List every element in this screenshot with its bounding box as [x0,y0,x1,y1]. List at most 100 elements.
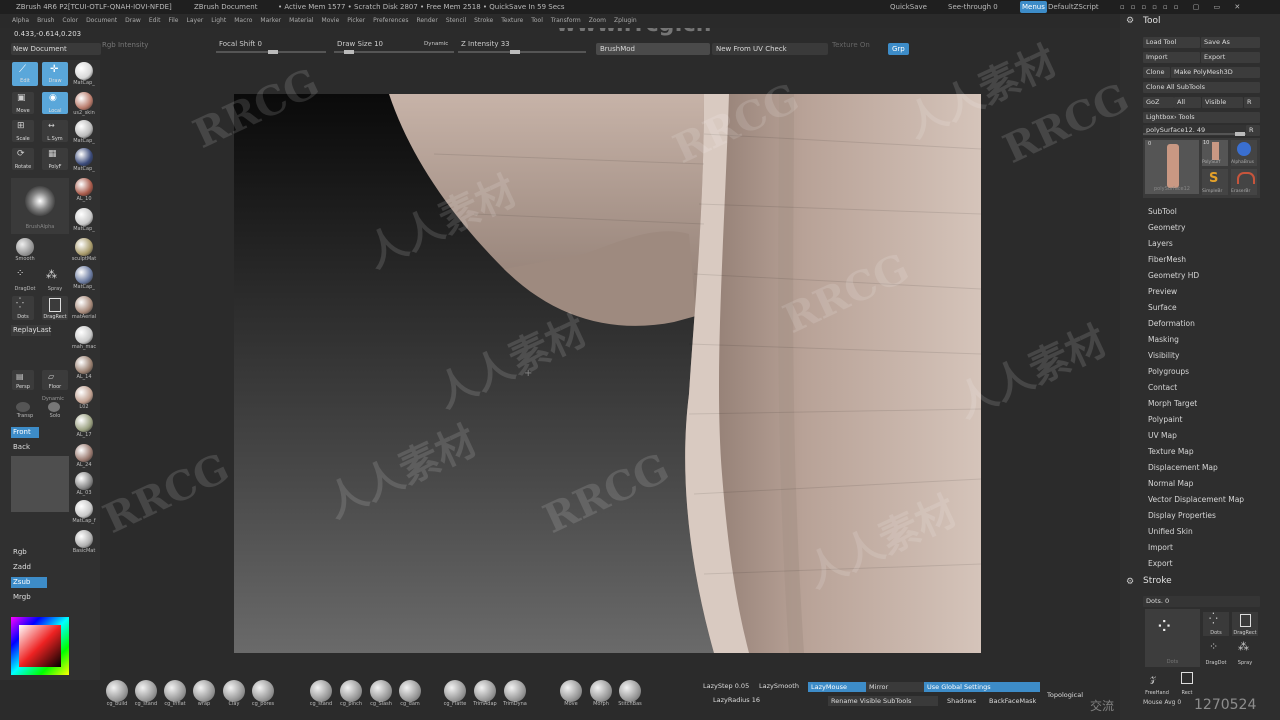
menu-item[interactable]: Color [62,14,78,28]
tool-thumb-main[interactable]: 0 polySurface12 [1145,140,1199,194]
stroke-dragrect-button[interactable]: DragRect [1232,612,1258,636]
replay-last-button[interactable]: ReplayLast [11,325,51,336]
stroke-dots-button[interactable]: ⁛ Dots [1203,612,1229,636]
material-sphere-icon[interactable] [75,356,93,374]
tool-menu-item[interactable]: Texture Map [1148,446,1194,458]
tool-menu-item[interactable]: Export [1148,558,1173,570]
scale-mode-button[interactable]: ⊞ Scale [12,120,34,142]
tool-menu-item[interactable]: Display Properties [1148,510,1216,522]
new-document-button[interactable]: New Document [11,43,101,55]
brush-icon[interactable] [106,680,128,702]
material-sphere-icon[interactable] [75,326,93,344]
tool-menu-item[interactable]: Polypaint [1148,414,1183,426]
material-sphere-icon[interactable] [75,530,93,548]
tool-menu-item[interactable]: Contact [1148,382,1177,394]
tool-menu-item[interactable]: Deformation [1148,318,1195,330]
focal-shift-slider[interactable]: Focal Shift 0 [216,40,326,54]
menu-item[interactable]: Light [211,14,226,28]
menu-item[interactable]: Stroke [474,14,493,28]
dragrect-stroke-button[interactable]: DragRect [42,296,68,320]
backfacemask-button[interactable]: BackFaceMask [986,696,1039,706]
menu-item[interactable]: Tool [531,14,543,28]
brush-icon[interactable] [560,680,582,702]
local-button[interactable]: ◉ Local [42,92,68,114]
menu-item[interactable]: Marker [260,14,281,28]
brush-icon[interactable] [370,680,392,702]
tool-menu-item[interactable]: Normal Map [1148,478,1193,490]
lazyradius-slider[interactable]: LazyRadius 16 [710,695,763,705]
lazystep-slider[interactable]: LazyStep 0.05 [700,681,752,691]
menu-item[interactable]: Render [416,14,437,28]
make-polymesh-button[interactable]: Make PolyMesh3D [1171,67,1260,78]
tool-menu-item[interactable]: Geometry HD [1148,270,1199,282]
save-as-button[interactable]: Save As [1201,37,1260,48]
spray-stroke-icon[interactable]: ⁂ [46,268,57,281]
dragdot-stroke-icon[interactable]: ⁘ [16,268,24,279]
material-sphere-icon[interactable] [75,414,93,432]
material-sphere-icon[interactable] [75,238,93,256]
brush-icon[interactable] [340,680,362,702]
lazymouse-button[interactable]: LazyMouse [808,682,868,692]
menu-item[interactable]: Edit [149,14,161,28]
floor-button[interactable]: ▱ Floor [42,370,68,390]
window-controls[interactable]: ▫▫▫▫▫▫ ▢ ▭ ✕ [1120,0,1246,14]
menu-item[interactable]: Brush [37,14,54,28]
menu-item[interactable]: Texture [501,14,523,28]
material-sphere-icon[interactable] [75,472,93,490]
mirror-button[interactable]: Mirror [866,682,924,692]
material-sphere-icon[interactable] [75,500,93,518]
import-button[interactable]: Import [1143,52,1200,63]
menu-item[interactable]: Draw [125,14,141,28]
draw-mode-button[interactable]: ✛ Draw [42,62,68,86]
material-sphere-icon[interactable] [75,148,93,166]
material-sphere-icon[interactable] [75,296,93,314]
menu-item[interactable]: Picker [347,14,365,28]
tool-menu-item[interactable]: Visibility [1148,350,1179,362]
menus-button[interactable]: Menus [1020,1,1047,13]
menu-item[interactable]: File [168,14,178,28]
tool-thumb-simplebrush[interactable]: S SimpleBr [1202,169,1228,195]
brush-icon[interactable] [399,680,421,702]
brush-icon[interactable] [474,680,496,702]
shadows-button[interactable]: Shadows [944,696,979,706]
material-sphere-icon[interactable] [75,386,93,404]
clone-all-subtools-button[interactable]: Clone All SubTools [1143,82,1260,93]
clone-button[interactable]: Clone [1143,67,1170,78]
brush-icon[interactable] [310,680,332,702]
stroke-settings-icon[interactable]: ⚙ [1126,577,1134,587]
brush-icon[interactable] [619,680,641,702]
solo-icon[interactable] [48,402,60,412]
goz-button[interactable]: GoZ [1143,97,1174,108]
menu-item[interactable]: Preferences [373,14,408,28]
brush-icon[interactable] [193,680,215,702]
tool-menu-item[interactable]: Import [1148,542,1173,554]
menu-item[interactable]: Macro [234,14,252,28]
material-sphere-icon[interactable] [75,92,93,110]
tool-menu-item[interactable]: Vector Displacement Map [1148,494,1244,506]
stroke-spray-button[interactable]: ⁂ Spray [1232,640,1258,666]
tool-menu-item[interactable]: UV Map [1148,430,1177,442]
tool-menu-item[interactable]: FiberMesh [1148,254,1186,266]
visible-button[interactable]: Visible [1202,97,1243,108]
current-tool-slider[interactable]: polySurface12. 49 [1143,125,1246,136]
brush-alpha-thumbnail[interactable]: BrushAlpha [11,178,69,234]
stroke-dragdot-button[interactable]: ⁘ DragDot [1203,640,1229,666]
zsub-button[interactable]: Zsub [11,577,47,588]
menu-item[interactable]: Zplugin [614,14,637,28]
default-zscript-button[interactable]: DefaultZScript [1048,0,1099,14]
tool-menu-item[interactable]: Surface [1148,302,1177,314]
quicksave-button[interactable]: QuickSave [890,0,927,14]
persp-button[interactable]: ▤ Persp [12,370,34,390]
material-sphere-icon[interactable] [75,120,93,138]
tool-menu-item[interactable]: Unified Skin [1148,526,1193,538]
canvas-viewport[interactable]: + [234,94,981,653]
stroke-type-button[interactable]: Dots. 0 [1143,596,1260,607]
material-sphere-icon[interactable] [75,444,93,462]
lightbox-tools-button[interactable]: Lightbox› Tools [1143,112,1260,123]
brush-icon[interactable] [444,680,466,702]
grp-toggle[interactable]: Grp [888,43,909,55]
brush-icon[interactable] [164,680,186,702]
lsym-button[interactable]: ↔ L.Sym [42,120,68,142]
dynamic-toggle[interactable]: Dynamic [424,41,448,47]
brush-icon[interactable] [252,680,274,702]
